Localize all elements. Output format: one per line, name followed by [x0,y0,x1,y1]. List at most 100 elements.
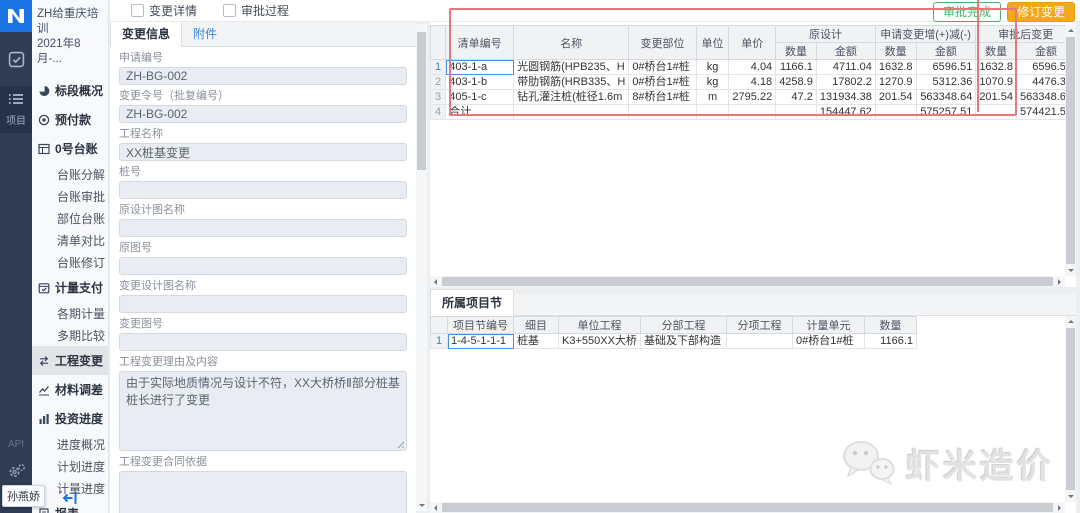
scroll-down-arrow[interactable] [1065,265,1076,276]
cell[interactable]: 4258.9 [776,75,817,90]
field-change-reason[interactable] [119,371,407,451]
tasks-check-icon[interactable] [0,46,32,72]
cell[interactable]: 403-1-b [446,75,514,90]
cell[interactable]: K3+550XX大桥 [559,334,641,349]
scrollbar-thumb[interactable] [1066,328,1075,490]
tab-project-section[interactable]: 所属项目节 [430,289,514,316]
field-orig-drawing-no[interactable] [119,257,407,275]
scrollbar-thumb[interactable] [1066,37,1075,264]
cell[interactable]: 1166.1 [776,60,817,75]
cell[interactable] [727,334,793,349]
cell[interactable] [875,105,916,120]
cell[interactable]: 154447.62 [816,105,875,120]
cell[interactable]: 6596.51 [916,60,976,75]
cell[interactable]: 201.54 [976,90,1017,105]
sidebar-item[interactable]: 各期计量 [32,302,108,324]
api-link[interactable]: API [8,439,24,450]
sidebar-item[interactable]: 台账审批 [32,185,108,207]
cell[interactable]: 405-1-c [446,90,514,105]
settings-gear-icon[interactable] [7,463,26,483]
cell[interactable]: m [696,90,729,105]
checkbox-change-details[interactable]: 变更详情 [131,2,197,19]
field-stake-no[interactable] [119,181,407,199]
field-project-name[interactable] [119,143,407,161]
field-contract-basis[interactable] [119,471,407,513]
cell[interactable]: 563348.64 [916,90,976,105]
scroll-up-arrow[interactable] [1065,25,1076,36]
cell[interactable] [629,105,696,120]
cell[interactable]: kg [696,75,729,90]
field-orig-design-drawing-name[interactable] [119,219,407,237]
sidebar-item[interactable]: 工程变更 [32,346,108,375]
checkbox-approval-process[interactable]: 审批过程 [223,2,289,19]
cell[interactable] [696,105,729,120]
cell[interactable] [514,105,629,120]
cell[interactable]: 8#桥台1#桩 [629,90,696,105]
sidebar-item[interactable]: 清单对比 [32,229,108,251]
cell[interactable]: 201.54 [875,90,916,105]
field-change-design-drawing-name[interactable] [119,295,407,313]
cell[interactable] [976,105,1017,120]
scroll-left-arrow[interactable] [430,502,441,513]
cell[interactable]: 1270.9 [875,75,916,90]
cell[interactable]: 2795.22 [729,90,776,105]
field-change-drawing-no[interactable] [119,333,407,351]
cell[interactable]: kg [696,60,729,75]
sidebar-item[interactable]: 台账修订 [32,251,108,273]
cell[interactable]: 1070.9 [976,75,1017,90]
scrollbar-thumb[interactable] [417,32,426,170]
sidebar-item[interactable]: 0号台账 [32,134,108,163]
sidebar-item[interactable]: 投资进度 [32,404,108,433]
cell[interactable]: 桩基 [514,334,559,349]
cell[interactable]: 0#桥台1#桩 [629,60,696,75]
scroll-down-arrow[interactable] [1065,491,1076,502]
cell[interactable]: 0#桥台1#桩 [629,75,696,90]
tab-change-info[interactable]: 变更信息 [110,22,182,47]
cell[interactable]: 131934.38 [816,90,875,105]
scrollbar-thumb[interactable] [442,277,1053,286]
sidebar-item[interactable]: 标段概况 [32,76,108,105]
row-number[interactable]: 2 [431,75,446,90]
app-logo[interactable] [0,0,32,32]
scroll-up-arrow[interactable] [1065,316,1076,327]
field-change-order-no[interactable] [119,105,407,123]
scroll-right-arrow[interactable] [1054,276,1065,287]
revise-change-button[interactable]: 修订变更 [1007,2,1075,22]
sidebar-item[interactable]: 预付款 [32,105,108,134]
cell[interactable]: 403-1-a [446,60,514,75]
sidebar-item[interactable]: 进度概况 [32,433,108,455]
cell[interactable]: 4.04 [729,60,776,75]
cell[interactable]: 基础及下部构造 [641,334,727,349]
sidebar-item[interactable]: 部位台账 [32,207,108,229]
cell[interactable]: 4711.04 [816,60,875,75]
cell[interactable]: 带肋钢筋(HRB335、H [514,75,629,90]
cell[interactable]: 1-4-5-1-1-1 [448,334,514,349]
row-number[interactable]: 4 [431,105,446,120]
cell[interactable]: 5312.36 [916,75,976,90]
scroll-down-arrow[interactable] [416,500,427,511]
cell[interactable]: 4.18 [729,75,776,90]
tab-attachments[interactable]: 附件 [182,22,228,46]
cell[interactable]: 1632.8 [875,60,916,75]
cell[interactable]: 0#桥台1#桩 [793,334,865,349]
cell[interactable]: 光圆钢筋(HPB235、H [514,60,629,75]
rail-item-project[interactable]: 项目 [0,86,32,133]
cell[interactable]: 17802.2 [816,75,875,90]
cell[interactable]: 合计 [446,105,514,120]
sidebar-item[interactable]: 材料调差 [32,375,108,404]
cell[interactable]: 钻孔灌注桩(桩径1.6m [514,90,629,105]
cell[interactable]: 1166.1 [865,334,917,349]
cell[interactable]: 575257.51 [916,105,976,120]
field-apply-no[interactable] [119,67,407,85]
sidebar-item[interactable]: 计量支付 [32,273,108,302]
approve-complete-button[interactable]: 审批完成 [933,2,1001,22]
scroll-right-arrow[interactable] [1054,502,1065,513]
sidebar-item[interactable]: 台账分解 [32,163,108,185]
cell[interactable] [776,105,817,120]
sidebar-item[interactable]: 计划进度 [32,455,108,477]
cell[interactable]: 1632.8 [976,60,1017,75]
row-number[interactable]: 3 [431,90,446,105]
sidebar-item[interactable]: 多期比较 [32,324,108,346]
cell[interactable]: 47.2 [776,90,817,105]
row-number[interactable]: 1 [431,60,446,75]
